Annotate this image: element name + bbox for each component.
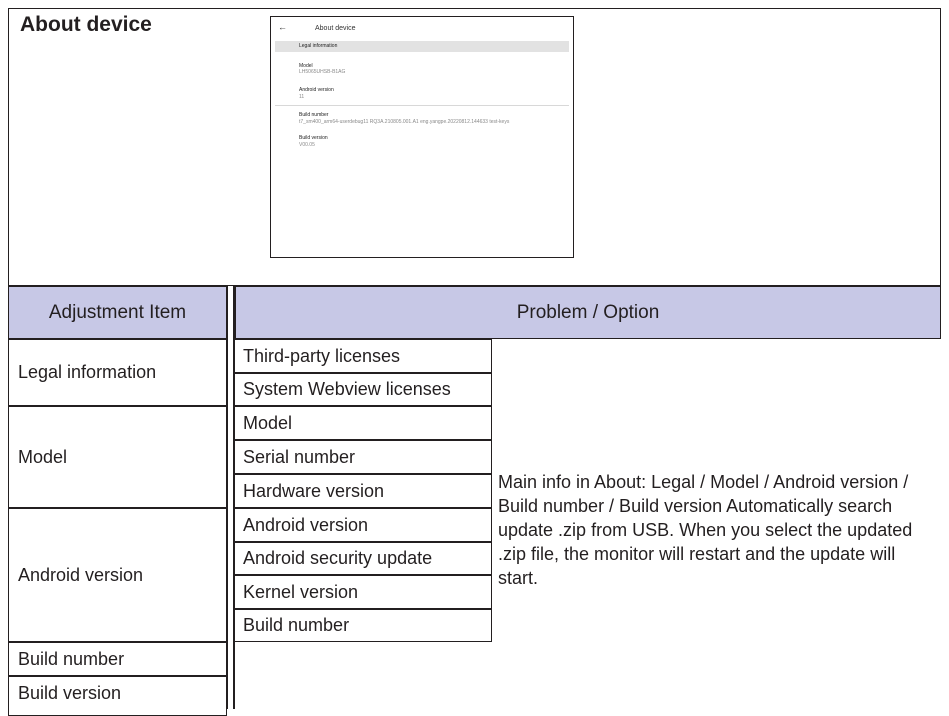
option-android-version: Android version: [233, 508, 492, 542]
android-version-label: Android version: [299, 87, 334, 93]
device-screenshot: ← About device Legal information Model L…: [270, 16, 574, 258]
section-title: About device: [20, 13, 152, 36]
header-problem-option: Problem / Option: [235, 286, 941, 339]
model-value: LH5065UHSB-B1AG: [299, 69, 346, 75]
screenshot-title: About device: [315, 25, 356, 32]
item-build-number: Build number: [8, 642, 227, 676]
option-kernel-version: Kernel version: [233, 575, 492, 609]
item-model: Model: [8, 406, 227, 508]
option-third-party-licenses: Third-party licenses: [233, 339, 492, 373]
item-build-version: Build version: [8, 676, 227, 716]
option-model: Model: [233, 406, 492, 440]
android-version-value: 11: [299, 94, 305, 100]
legal-information-item[interactable]: Legal information: [299, 43, 337, 49]
option-build-number: Build number: [233, 609, 492, 642]
build-version-label: Build version: [299, 135, 328, 141]
build-number-value: t7_sm400_arm64-userdebug11 RQ3A.210805.0…: [299, 119, 510, 125]
option-hardware-version: Hardware version: [233, 474, 492, 508]
problem-description: Main info in About: Legal / Model / Andr…: [498, 472, 913, 588]
back-arrow-icon[interactable]: ←: [278, 20, 287, 34]
option-serial-number: Serial number: [233, 440, 492, 474]
item-legal-information: Legal information: [8, 339, 227, 406]
build-number-label: Build number: [299, 112, 329, 118]
header-adjustment-item: Adjustment Item: [8, 286, 227, 339]
item-android-version: Android version: [8, 508, 227, 642]
option-android-security-update: Android security update: [233, 542, 492, 575]
build-version-value: V00.05: [299, 142, 315, 148]
screenshot-divider: [275, 105, 569, 106]
option-system-webview-licenses: System Webview licenses: [233, 373, 492, 406]
